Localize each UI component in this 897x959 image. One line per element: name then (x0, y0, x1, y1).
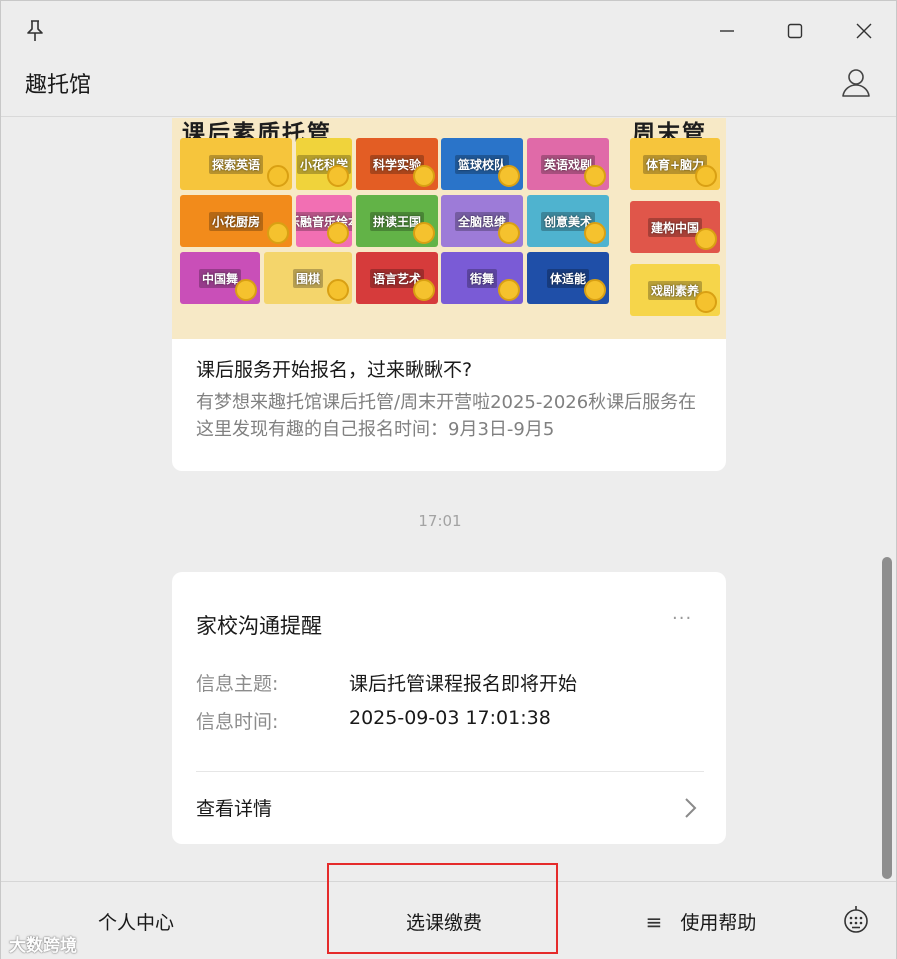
menu-help[interactable]: ≡ 使用帮助 (601, 882, 801, 959)
time-label: 信息时间: (196, 711, 279, 733)
mascot-icon (267, 222, 289, 244)
menu-course-payment[interactable]: 选课缴费 (331, 882, 557, 959)
banner-tile: 探索英语 (180, 138, 292, 190)
article-banner-image[interactable]: 课后素质托管 周末管 探索英语小花科学科学实验篮球校队英语戏剧小花厨房乐融音乐绘… (172, 118, 726, 339)
mascot-icon (584, 222, 606, 244)
menu-personal-center-label: 个人中心 (97, 912, 174, 934)
banner-tile: 小花厨房 (180, 195, 292, 247)
mascot-icon (498, 279, 520, 301)
mascot-icon (695, 291, 717, 313)
banner-tile-label: 小花厨房 (208, 211, 263, 231)
view-details-label: 查看详情 (196, 798, 273, 820)
keyboard-icon[interactable] (839, 904, 873, 938)
notice-card: 家校沟通提醒 ··· 信息主题: 课后托管课程报名即将开始 信息时间: 2025… (172, 572, 726, 844)
banner-tile: 建构中国 (630, 201, 720, 253)
subject-value: 课后托管课程报名即将开始 (349, 673, 578, 695)
subject-label: 信息主题: (196, 673, 279, 695)
bottom-menu: 个人中心 选课缴费 ≡ 使用帮助 (1, 881, 896, 959)
banner-tile: 中国舞 (180, 252, 260, 304)
mascot-icon (584, 165, 606, 187)
banner-tile-label: 戏剧素养 (647, 280, 702, 300)
banner-tile: 科学实验 (356, 138, 438, 190)
banner-tile: 体育+脑力 (630, 138, 720, 190)
mascot-icon (327, 279, 349, 301)
mascot-icon (235, 279, 257, 301)
banner-tile-label: 探索英语 (208, 154, 263, 174)
menu-list-icon: ≡ (645, 909, 663, 934)
minimize-icon[interactable] (709, 13, 745, 49)
banner-tile: 语言艺术 (356, 252, 438, 304)
mascot-icon (695, 228, 717, 250)
mascot-icon (695, 165, 717, 187)
banner-tile: 体适能 (527, 252, 609, 304)
banner-tile-label: 围棋 (292, 268, 323, 288)
menu-help-label: 使用帮助 (680, 912, 757, 934)
banner-tile: 全脑思维 (441, 195, 523, 247)
banner-tile: 创意美术 (527, 195, 609, 247)
article-card[interactable]: 课后素质托管 周末管 探索英语小花科学科学实验篮球校队英语戏剧小花厨房乐融音乐绘… (172, 118, 726, 471)
banner-tile: 乐融音乐绘本 (296, 195, 352, 247)
mascot-icon (413, 165, 435, 187)
banner-tile-label: 体适能 (546, 268, 589, 288)
profile-icon[interactable] (839, 65, 873, 99)
chat-window: 趣托馆 课后素质托管 周末管 探索英语小花科学科学实验篮球校队英语戏剧小花厨房乐… (0, 0, 897, 959)
pin-icon[interactable] (17, 13, 53, 49)
chevron-right-icon (685, 798, 697, 818)
more-options-icon[interactable]: ··· (672, 608, 692, 629)
mascot-icon (327, 165, 349, 187)
mascot-icon (327, 222, 349, 244)
banner-tile-label: 街舞 (466, 268, 497, 288)
app-title: 趣托馆 (25, 73, 92, 98)
close-icon[interactable] (846, 13, 882, 49)
maximize-icon[interactable] (777, 13, 813, 49)
app-header: 趣托馆 (1, 59, 896, 117)
banner-tile-label: 中国舞 (198, 268, 241, 288)
banner-tile: 街舞 (441, 252, 523, 304)
article-title: 课后服务开始报名，过来瞅瞅不? (196, 359, 473, 381)
mascot-icon (267, 165, 289, 187)
mascot-icon (413, 222, 435, 244)
mascot-icon (584, 279, 606, 301)
banner-tile: 戏剧素养 (630, 264, 720, 316)
message-list[interactable]: 课后素质托管 周末管 探索英语小花科学科学实验篮球校队英语戏剧小花厨房乐融音乐绘… (1, 118, 879, 881)
banner-tile: 篮球校队 (441, 138, 523, 190)
mascot-icon (498, 165, 520, 187)
banner-tile: 围棋 (264, 252, 352, 304)
banner-tile-label: 建构中国 (647, 217, 702, 237)
menu-course-payment-label: 选课缴费 (405, 912, 482, 934)
view-details-link[interactable]: 查看详情 (172, 772, 726, 844)
banner-tile: 小花科学 (296, 138, 352, 190)
title-bar (1, 1, 896, 59)
banner-tile: 英语戏剧 (527, 138, 609, 190)
message-timestamp: 17:01 (418, 512, 462, 530)
scrollbar-thumb[interactable] (882, 557, 892, 879)
article-description: 有梦想来趣托馆课后托管/周末开营啦2025-2026秋课后服务在这里发现有趣的自… (196, 392, 697, 440)
banner-tile: 拼读王国 (356, 195, 438, 247)
notice-title: 家校沟通提醒 (196, 614, 322, 638)
mascot-icon (498, 222, 520, 244)
mascot-icon (413, 279, 435, 301)
watermark: 大数跨境 (9, 936, 77, 956)
time-value: 2025-09-03 17:01:38 (349, 707, 551, 729)
